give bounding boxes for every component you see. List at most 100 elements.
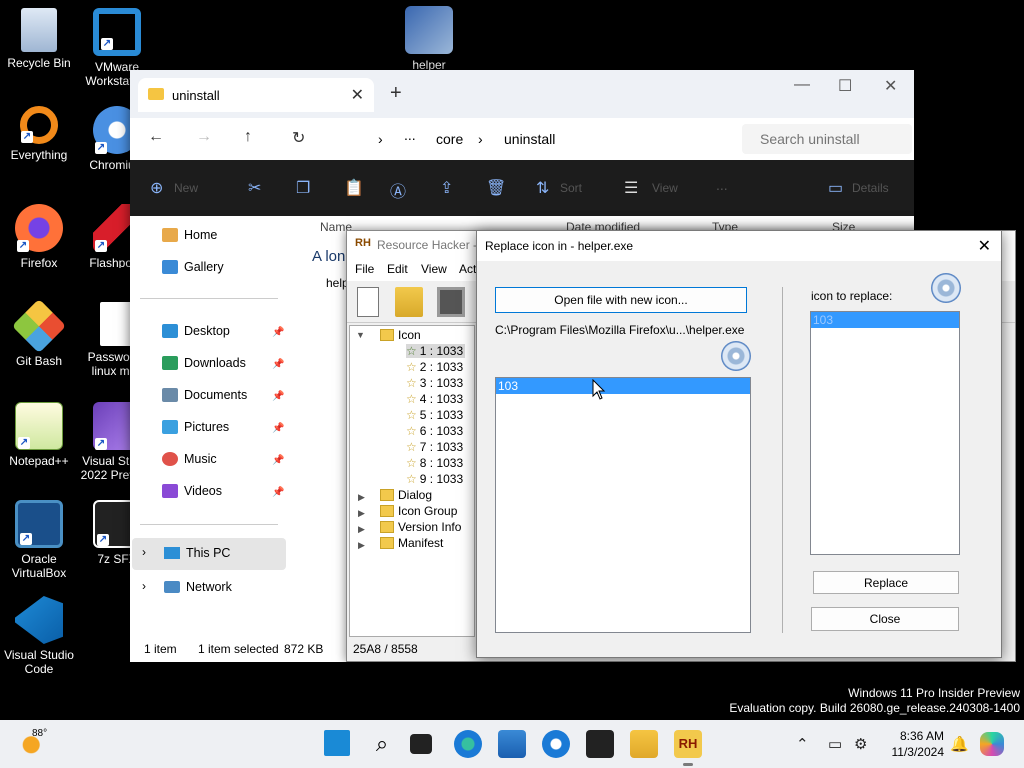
notification-icon[interactable]: 🔔: [950, 735, 969, 753]
desktop-icon-notepadpp[interactable]: ↗ Notepad++: [0, 402, 78, 468]
desktop-icon-firefox[interactable]: ↗ Firefox: [0, 204, 78, 270]
expand-icon[interactable]: ▶: [358, 508, 365, 519]
new-file-icon[interactable]: [357, 287, 379, 317]
nav-network[interactable]: › Network: [132, 572, 286, 600]
start-button[interactable]: [324, 730, 350, 756]
task-view-icon[interactable]: [410, 734, 432, 754]
tree-folder-manifest[interactable]: Manifest: [380, 536, 443, 550]
address-box[interactable]: › ... core › uninstall: [326, 124, 730, 154]
search-input[interactable]: [742, 124, 912, 154]
icon-to-replace-list[interactable]: 103: [810, 311, 960, 555]
tree-icon-item[interactable]: ☆ 6 : 1033: [406, 424, 463, 438]
new-icon-list[interactable]: 103: [495, 377, 751, 633]
sort-icon[interactable]: ⇅: [536, 178, 549, 198]
close-button[interactable]: Close: [811, 607, 959, 631]
desktop-icon-vscode[interactable]: Visual Studio Code: [0, 596, 78, 676]
up-button[interactable]: ↑: [244, 128, 252, 146]
expand-icon[interactable]: ▶: [358, 540, 365, 551]
details-icon[interactable]: ▭: [828, 178, 843, 198]
cut-icon[interactable]: ✂: [248, 178, 261, 198]
search-icon[interactable]: ⌕: [368, 730, 396, 758]
more-button[interactable]: ...: [716, 177, 728, 193]
sort-button[interactable]: Sort: [560, 181, 582, 195]
expand-icon[interactable]: ▶: [358, 524, 365, 535]
menu-edit[interactable]: Edit: [387, 262, 408, 276]
7z-taskbar-icon[interactable]: [586, 730, 614, 758]
rename-icon[interactable]: Ⓐ: [390, 178, 406, 202]
desktop-icon-everything[interactable]: ↗ Everything: [0, 106, 78, 162]
new-tab-button[interactable]: +: [390, 82, 402, 105]
tree-icon-item[interactable]: ☆ 4 : 1033: [406, 392, 463, 406]
collapse-icon[interactable]: ▼: [356, 330, 365, 340]
view-icon[interactable]: ☰: [624, 178, 638, 198]
desktop-icon-recycle-bin[interactable]: Recycle Bin: [0, 8, 78, 70]
tree-icon-item[interactable]: ☆ 2 : 1033: [406, 360, 463, 374]
nav-documents[interactable]: Documents: [162, 388, 247, 410]
details-button[interactable]: Details: [852, 181, 889, 195]
list-item[interactable]: 103: [496, 378, 750, 394]
share-icon[interactable]: ⇪: [440, 178, 453, 198]
explorer-tab[interactable]: uninstall ✕: [138, 78, 374, 112]
menu-file[interactable]: File: [355, 262, 374, 276]
view-button[interactable]: View: [652, 181, 678, 195]
nav-music[interactable]: Music: [162, 452, 217, 474]
tree-icon-item[interactable]: ☆ 5 : 1033: [406, 408, 463, 422]
close-window-button[interactable]: ✕: [884, 76, 897, 96]
tree-folder-icon-group[interactable]: Icon Group: [380, 504, 457, 518]
menu-view[interactable]: View: [421, 262, 447, 276]
search-box[interactable]: [742, 124, 912, 154]
file-explorer-taskbar-icon[interactable]: [630, 730, 658, 758]
tree-folder-icon[interactable]: Icon: [380, 328, 421, 342]
tree-icon-item[interactable]: ☆ 8 : 1033: [406, 456, 463, 470]
save-icon[interactable]: [437, 287, 465, 317]
refresh-button[interactable]: ↻: [292, 128, 305, 148]
chromium-taskbar-icon[interactable]: [542, 730, 570, 758]
tree-folder-dialog[interactable]: Dialog: [380, 488, 432, 502]
tree-icon-item[interactable]: ☆ 3 : 1033: [406, 376, 463, 390]
maximize-button[interactable]: ☐: [838, 76, 852, 96]
nav-pictures[interactable]: Pictures: [162, 420, 229, 442]
pin-icon[interactable]: 📌: [272, 327, 284, 338]
forward-button[interactable]: →: [196, 128, 212, 146]
chevron-up-icon[interactable]: ⌃: [796, 735, 809, 753]
minimize-button[interactable]: —: [794, 76, 810, 94]
expand-chevron-icon[interactable]: ›: [142, 579, 146, 593]
delete-icon[interactable]: 🗑: [486, 178, 506, 198]
pin-icon[interactable]: 📌: [272, 487, 284, 498]
replace-button[interactable]: Replace: [813, 571, 959, 594]
nav-this-pc[interactable]: › This PC: [132, 538, 286, 570]
pin-icon[interactable]: 📌: [272, 391, 284, 402]
resource-hacker-taskbar-icon[interactable]: RH: [674, 730, 702, 766]
breadcrumb-uninstall[interactable]: uninstall: [504, 131, 555, 147]
breadcrumb-ellipsis[interactable]: ...: [404, 127, 416, 143]
open-file-with-new-icon-button[interactable]: Open file with new icon...: [495, 287, 747, 313]
edge-icon[interactable]: [454, 730, 482, 758]
copilot-icon[interactable]: [980, 732, 1004, 756]
network-tray-icon[interactable]: ▭: [828, 735, 842, 753]
pin-icon[interactable]: 📌: [272, 423, 284, 434]
list-item[interactable]: 103: [811, 312, 959, 328]
nav-downloads[interactable]: Downloads: [162, 356, 246, 378]
tree-icon-item[interactable]: ☆ 9 : 1033: [406, 472, 463, 486]
copy-icon[interactable]: ❐: [296, 178, 310, 198]
expand-chevron-icon[interactable]: ›: [142, 545, 146, 559]
tree-folder-version-info[interactable]: Version Info: [380, 520, 461, 534]
nav-gallery[interactable]: Gallery: [162, 260, 224, 282]
open-folder-icon[interactable]: [395, 287, 423, 317]
paste-icon[interactable]: 📋: [344, 178, 364, 198]
accessibility-icon[interactable]: ⚙: [854, 735, 867, 753]
new-button[interactable]: New: [174, 181, 198, 195]
close-tab-icon[interactable]: ✕: [351, 85, 364, 105]
nav-videos[interactable]: Videos: [162, 484, 222, 506]
desktop-icon-virtualbox[interactable]: ↗ Oracle VirtualBox: [0, 500, 78, 580]
tree-icon-item[interactable]: ☆ 7 : 1033: [406, 440, 463, 454]
new-icon[interactable]: ⊕: [150, 178, 163, 198]
breadcrumb-core[interactable]: core: [436, 131, 463, 147]
expand-icon[interactable]: ▶: [358, 492, 365, 503]
nav-home[interactable]: Home: [162, 228, 217, 250]
dialog-close-icon[interactable]: ✕: [978, 236, 991, 256]
tree-icon-item[interactable]: ☆ 1 : 1033: [406, 344, 466, 358]
back-button[interactable]: ←: [148, 128, 164, 146]
desktop-icon-git-bash[interactable]: Git Bash: [0, 298, 78, 368]
desktop-icon-helper[interactable]: helper: [390, 6, 468, 72]
